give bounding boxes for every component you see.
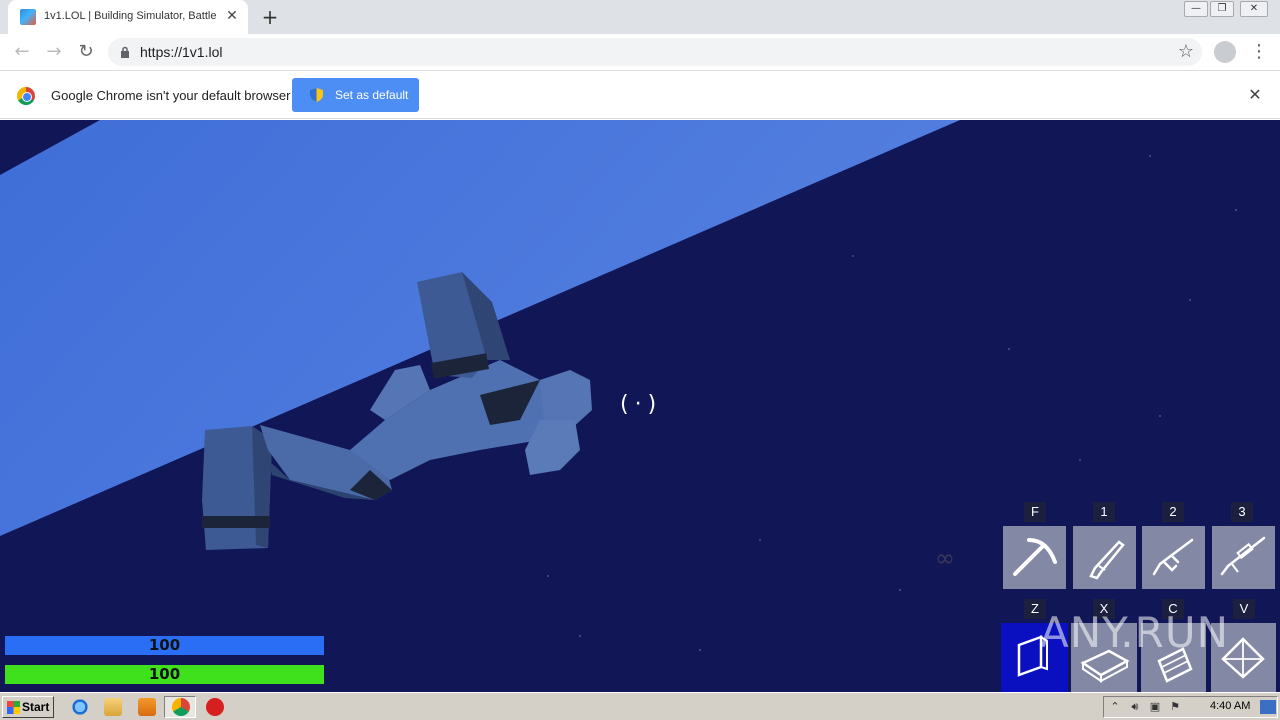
game-canvas[interactable]: (·) 100 100 ∞ F 1 2 3 Z X C V ANY.RUN <box>0 120 1280 692</box>
slot-key-f: F <box>1024 502 1046 522</box>
new-tab-button[interactable]: + <box>258 6 282 28</box>
weapon-slot-shotgun[interactable] <box>1073 526 1136 589</box>
default-browser-infobar: Google Chrome isn't your default browser… <box>0 72 1280 119</box>
tray-expand-icon[interactable]: ⌃ <box>1108 700 1122 714</box>
bookmark-star-icon[interactable]: ☆ <box>1178 41 1194 62</box>
windows-flag-icon <box>7 701 20 714</box>
tab-close-icon[interactable]: ✕ <box>224 8 240 24</box>
set-as-default-button[interactable]: Set as default <box>292 78 419 112</box>
slot-key-v: V <box>1233 599 1255 619</box>
crosshair-reticle: (·) <box>620 392 663 417</box>
taskbar-clock[interactable]: 4:40 AM <box>1210 700 1250 712</box>
site-favicon-icon <box>20 9 36 25</box>
weapon-slot-sniper[interactable] <box>1212 526 1275 589</box>
chrome-logo-icon <box>17 87 35 105</box>
minimize-button[interactable]: — <box>1184 1 1208 17</box>
forward-arrow-icon[interactable]: → <box>42 40 66 64</box>
reload-icon[interactable]: ↻ <box>74 40 98 64</box>
url-text[interactable]: https://1v1.lol <box>140 44 223 60</box>
weapon-slot-assault-rifle[interactable] <box>1142 526 1205 589</box>
chrome-menu-icon[interactable]: ⋮ <box>1250 41 1268 63</box>
stop-icon[interactable] <box>206 698 224 716</box>
show-desktop-icon[interactable] <box>1260 700 1276 714</box>
tab-1v1lol[interactable]: 1v1.LOL | Building Simulator, Battle R ✕ <box>8 0 248 34</box>
shotgun-icon <box>1089 540 1125 580</box>
infinite-ammo-icon: ∞ <box>935 544 955 572</box>
back-arrow-icon[interactable]: ← <box>10 40 34 64</box>
anyrun-watermark: ANY.RUN <box>1040 608 1229 657</box>
windows-taskbar: Start ⌃ 🔊︎ ▣ ⚑ 4:40 AM <box>0 692 1280 720</box>
address-bar[interactable]: https://1v1.lol ☆ <box>108 38 1202 66</box>
start-label: Start <box>22 700 50 714</box>
weapon-slot-pickaxe[interactable] <box>1003 526 1066 589</box>
system-tray: ⌃ 🔊︎ ▣ ⚑ 4:40 AM <box>1103 696 1278 718</box>
sniper-rifle-icon <box>1220 536 1266 576</box>
slot-key-2: 2 <box>1162 502 1184 522</box>
window-close-button[interactable]: ✕ <box>1240 1 1268 17</box>
start-button[interactable]: Start <box>2 696 54 718</box>
tab-title: 1v1.LOL | Building Simulator, Battle R <box>44 10 220 22</box>
health-bar: 100 <box>5 665 324 684</box>
assault-rifle-icon <box>1152 538 1194 576</box>
volume-icon[interactable]: 🔊︎ <box>1128 700 1142 714</box>
infobar-close-icon[interactable]: ✕ <box>1246 86 1264 104</box>
shield-bar: 100 <box>5 636 324 655</box>
profile-avatar-icon[interactable] <box>1214 41 1236 63</box>
pickaxe-icon <box>1013 538 1057 576</box>
slot-key-1: 1 <box>1093 502 1115 522</box>
chrome-taskbar-icon <box>172 698 190 716</box>
set-as-default-label: Set as default <box>335 88 409 102</box>
browser-toolbar: ← → ↻ https://1v1.lol ☆ ⋮ <box>0 34 1280 71</box>
internet-explorer-icon[interactable] <box>71 698 89 716</box>
network-icon[interactable]: ▣ <box>1148 700 1162 714</box>
file-explorer-icon[interactable] <box>104 698 122 716</box>
tab-strip: 1v1.LOL | Building Simulator, Battle R ✕… <box>0 0 1280 34</box>
action-center-flag-icon[interactable]: ⚑ <box>1168 700 1182 714</box>
lock-icon <box>121 46 129 58</box>
media-player-icon[interactable] <box>138 698 156 716</box>
infobar-message: Google Chrome isn't your default browser <box>51 88 291 103</box>
restore-button[interactable]: ❐ <box>1210 1 1234 17</box>
uac-shield-icon <box>310 88 323 102</box>
taskbar-chrome-button[interactable] <box>164 696 196 718</box>
slot-key-3: 3 <box>1231 502 1253 522</box>
